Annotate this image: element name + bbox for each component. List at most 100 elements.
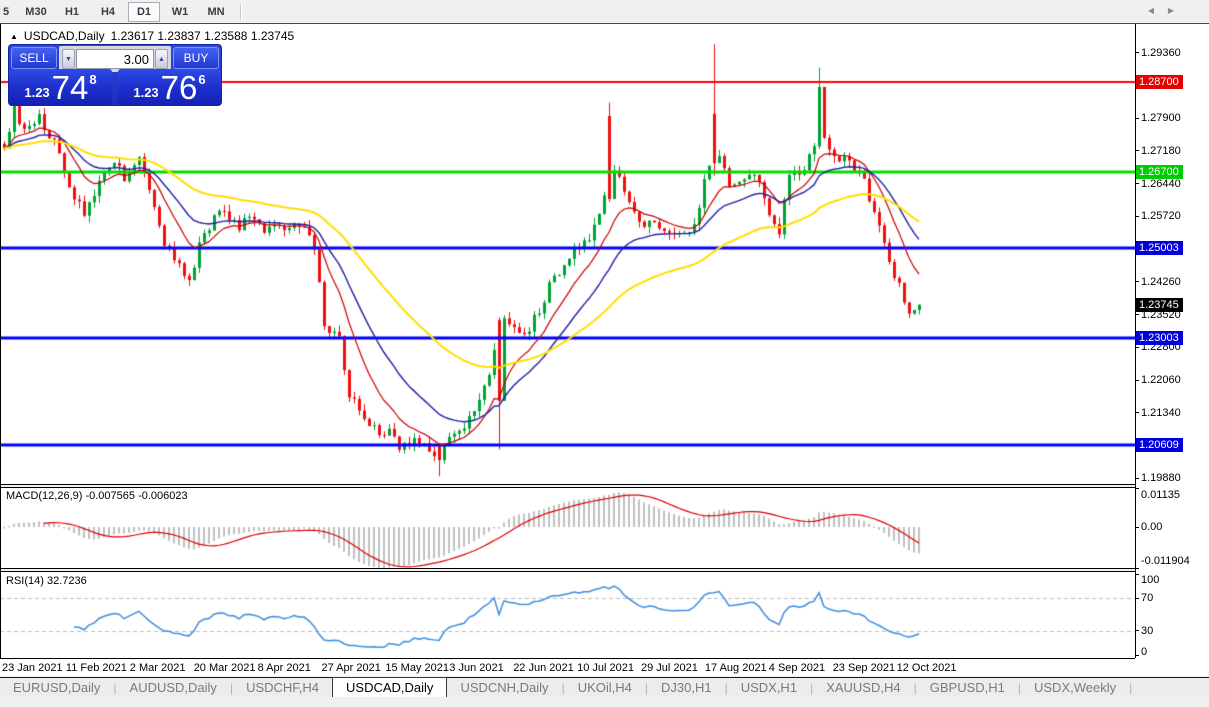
buy-price-big: 76 [161,73,198,103]
mt4-window: { "toolbar": {"items": ["5", "M30", "H1"… [0,0,1209,707]
one-click-trading-panel: SELL ▼ ▲ BUY 1.23 74 8 1.23 76 6 [8,44,222,106]
macd-indicator-label: MACD(12,26,9) -0.007565 -0.006023 [6,490,188,502]
volume-decrease-button[interactable]: ▼ [62,49,75,69]
chart-tab-usdchf[interactable]: USDCHF,H4 [233,678,332,697]
axis-tick [1135,655,1139,656]
chart-tab-usdcnh[interactable]: USDCNH,Daily [447,678,561,697]
timeframe-button-d1[interactable]: D1 [128,2,160,22]
axis-tick [1135,568,1139,569]
price-level-badge: 1.26700 [1136,165,1183,179]
price-tick-label: 1.19880 [1141,472,1181,484]
axis-tick [1135,347,1139,348]
tabs-scroll-right-icon[interactable]: ▶ [1164,5,1178,16]
price-tick-label: 1.27900 [1141,112,1181,124]
rsi-tick-label: 100 [1141,574,1159,586]
macd-tick-label: 0.01135 [1141,489,1180,501]
axis-tick [1135,183,1139,184]
buy-price-button[interactable]: 1.23 76 6 [118,69,221,105]
chevron-down-icon: ▼ [65,56,72,63]
sell-price-prefix: 1.23 [24,85,49,100]
date-tick-label: 22 Jun 2021 [513,662,574,674]
chart-symbol-label: USDCAD,Daily [24,29,105,43]
rsi-tick-label: 0 [1141,646,1147,658]
tab-separator: | [1129,678,1132,697]
sell-price-pip: 8 [89,72,96,87]
chart-title: ▲ USDCAD,Daily 1.23617 1.23837 1.23588 1… [10,29,294,43]
collapse-triangle-icon[interactable]: ▲ [10,32,18,41]
sell-price-big: 74 [52,73,89,103]
price-level-badge: 1.25003 [1136,241,1183,255]
price-level-badge: 1.23745 [1136,298,1183,312]
buy-price-pip: 6 [198,72,205,87]
timeframe-button-h1[interactable]: H1 [56,2,88,22]
date-tick-label: 23 Jan 2021 [2,662,63,674]
axis-tick [1135,118,1139,119]
date-tick-label: 23 Sep 2021 [833,662,895,674]
rsi-chart-canvas[interactable] [0,572,1135,657]
chart-tab-usdx[interactable]: USDX,Weekly [1021,678,1129,697]
chart-tab-eurusd[interactable]: EURUSD,Daily [0,678,113,697]
rsi-tick-label: 30 [1141,625,1153,637]
price-tick-label: 1.29360 [1141,47,1181,59]
axis-tick [1135,527,1139,528]
axis-tick [1135,314,1139,315]
timeframe-button-m30[interactable]: M30 [20,2,52,22]
axis-tick [1135,478,1139,479]
price-level-badge: 1.23003 [1136,331,1183,345]
chart-tab-bar: EURUSD,Daily|AUDUSD,Daily|USDCHF,H4USDCA… [0,677,1209,697]
price-tick-label: 1.22060 [1141,374,1181,386]
volume-input[interactable] [76,49,154,69]
tabs-scroll-left-icon[interactable]: ◀ [1144,5,1158,16]
date-tick-label: 4 Sep 2021 [769,662,825,674]
price-tick-label: 1.24260 [1141,276,1181,288]
buy-price-prefix: 1.23 [133,85,158,100]
price-tick-label: 1.26440 [1141,178,1181,190]
date-tick-label: 2 Mar 2021 [130,662,186,674]
timeframe-button-w1[interactable]: W1 [164,2,196,22]
timeframe-button-5[interactable]: 5 [2,2,16,22]
axis-tick [1135,380,1139,381]
buy-button[interactable]: BUY [173,47,219,69]
price-tick-label: 1.25720 [1141,210,1181,222]
date-tick-label: 20 Mar 2021 [194,662,256,674]
rsi-indicator-label: RSI(14) 32.7236 [6,575,87,587]
date-tick-label: 17 Aug 2021 [705,662,767,674]
timeframe-button-mn[interactable]: MN [200,2,232,22]
timeframe-toolbar: 5M30H1H4D1W1MN [0,0,1209,23]
panel-border [0,658,1135,659]
macd-tick-label: -0.011904 [1141,555,1190,567]
date-tick-label: 27 Apr 2021 [322,662,381,674]
rsi-tick-label: 70 [1141,592,1153,604]
axis-tick [1135,412,1139,413]
chart-tab-audusd[interactable]: AUDUSD,Daily [117,678,230,697]
axis-tick [1135,488,1139,489]
date-tick-label: 3 Jun 2021 [449,662,503,674]
sell-price-button[interactable]: 1.23 74 8 [9,69,112,105]
axis-tick [1135,630,1139,631]
chart-tab-ukoil[interactable]: UKOil,H4 [565,678,645,697]
axis-tick [1135,52,1139,53]
chart-tab-dj30[interactable]: DJ30,H1 [648,678,725,697]
date-tick-label: 11 Feb 2021 [66,662,127,674]
chart-left-border [0,24,1,658]
chart-tab-usdx[interactable]: USDX,H1 [728,678,810,697]
chart-tab-usdcad[interactable]: USDCAD,Daily [332,677,447,697]
chart-tab-xauusd[interactable]: XAUUSD,H4 [813,678,913,697]
chart-tab-gbpusd[interactable]: GBPUSD,H1 [917,678,1018,697]
price-tick-label: 1.27180 [1141,145,1181,157]
sell-button[interactable]: SELL [11,47,57,69]
trade-panel-controls: SELL ▼ ▲ BUY [11,47,219,70]
toolbar-separator [240,4,242,20]
chevron-up-icon: ▲ [158,56,165,63]
axis-tick [1135,150,1139,151]
axis-tick [1135,598,1139,599]
volume-increase-button[interactable]: ▲ [155,49,168,69]
date-tick-label: 15 May 2021 [385,662,449,674]
timeframe-button-h4[interactable]: H4 [92,2,124,22]
price-level-badge: 1.20609 [1136,438,1183,452]
date-tick-label: 8 Apr 2021 [258,662,311,674]
macd-tick-label: 0.00 [1141,521,1162,533]
date-tick-label: 12 Oct 2021 [897,662,957,674]
price-tick-label: 1.21340 [1141,407,1181,419]
axis-tick [1135,216,1139,217]
